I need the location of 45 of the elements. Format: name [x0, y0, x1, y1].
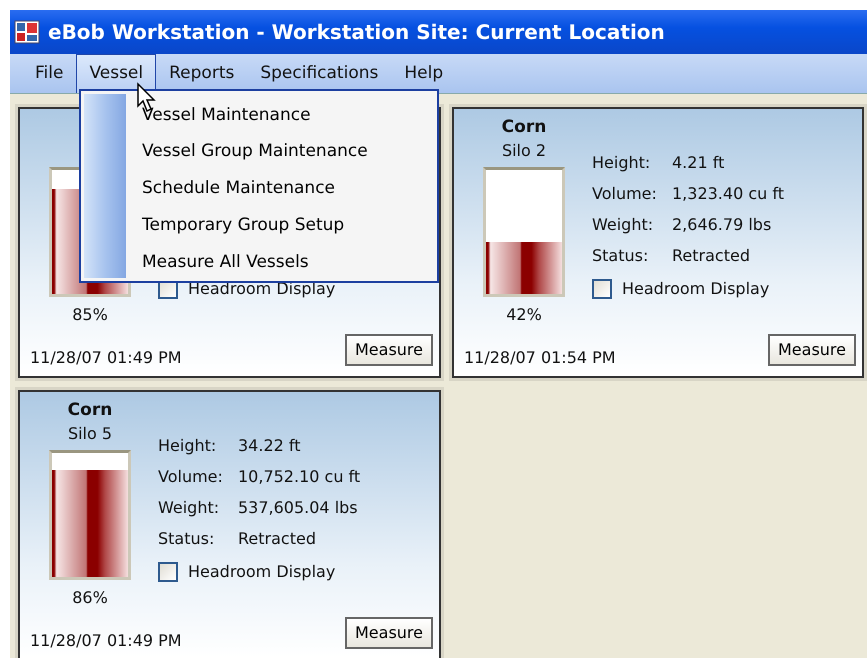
menu-item[interactable]: Reports [156, 54, 248, 93]
silo-name: Silo 5 [68, 423, 112, 445]
field-value: 10,752.10 cu ft [238, 466, 360, 488]
field-label: Status: [592, 244, 650, 266]
checkbox-label: Headroom Display [622, 278, 770, 300]
field-label: Status: [158, 528, 216, 550]
timestamp: 11/28/07 01:49 PM [30, 630, 182, 652]
field-label: Volume: [592, 182, 658, 204]
field-label: Height: [592, 152, 652, 174]
checkbox[interactable] [158, 562, 178, 582]
field-value: 4.21 ft [672, 152, 724, 174]
menu-item[interactable]: File [22, 54, 76, 93]
menu-option[interactable]: Schedule Maintenance [142, 170, 368, 208]
menu-item[interactable]: Help [391, 54, 456, 93]
checkbox-label: Headroom Display [188, 561, 336, 583]
field-value: 537,605.04 lbs [238, 496, 358, 518]
timestamp: 11/28/07 01:54 PM [464, 347, 616, 369]
product-name: Corn [68, 399, 112, 422]
field-label: Volume: [158, 466, 224, 488]
window-title: eBob Workstation - Workstation Site: Current Location [48, 19, 665, 46]
checkbox[interactable] [592, 279, 612, 299]
field-value: 2,646.79 lbs [672, 214, 772, 236]
menu-option[interactable]: Vessel Maintenance [142, 97, 368, 134]
menu-option[interactable]: Temporary Group Setup [142, 207, 368, 244]
field-value: Retracted [672, 244, 750, 266]
product-name: Corn [502, 116, 546, 139]
field-label: Weight: [158, 496, 220, 518]
field-label: Height: [158, 434, 218, 456]
fill-percent: 86% [72, 587, 108, 609]
measure-button[interactable]: Measure [768, 334, 856, 366]
measure-button[interactable]: Measure [345, 617, 433, 649]
fill-percent: 42% [506, 304, 542, 326]
field-label: Weight: [592, 214, 654, 236]
menu-option[interactable]: Measure All Vessels [142, 244, 368, 281]
app-icon [14, 20, 40, 44]
measure-button[interactable]: Measure [345, 334, 433, 366]
fill-percent: 85% [72, 304, 108, 326]
checkbox-label: Headroom Display [188, 278, 336, 300]
field-value: Retracted [238, 528, 316, 550]
silo-name: Silo 2 [502, 140, 546, 162]
timestamp: 11/28/07 01:49 PM [30, 347, 182, 369]
menu-option[interactable]: Vessel Group Maintenance [142, 134, 368, 171]
field-value: 34.22 ft [238, 434, 301, 456]
field-value: 1,323.40 cu ft [672, 182, 784, 204]
menu-item[interactable]: Specifications [247, 54, 392, 93]
